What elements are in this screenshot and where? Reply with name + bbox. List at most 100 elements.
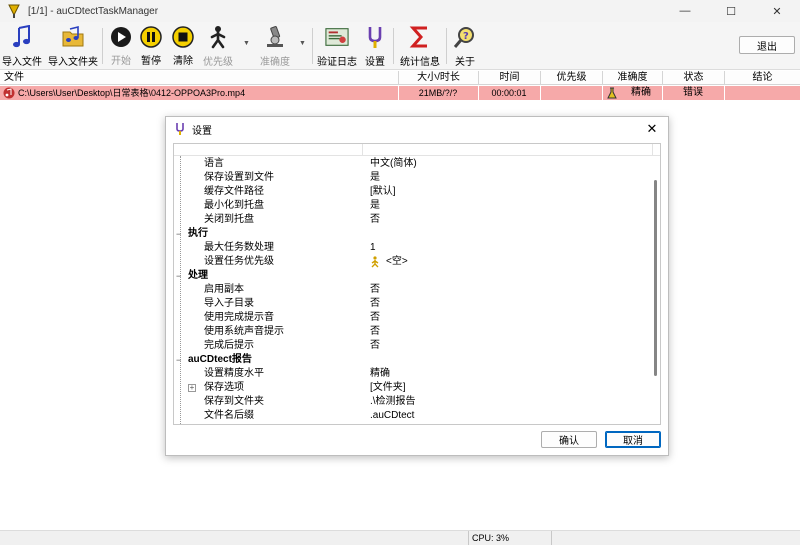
column-header-time[interactable]: 时间 [478, 71, 540, 85]
toolbar-separator [312, 28, 313, 64]
cancel-button[interactable]: 取消 [605, 431, 661, 448]
column-header-priority[interactable]: 优先级 [540, 71, 602, 85]
setting-value[interactable]: 1 [370, 241, 376, 255]
row-time: 00:00:01 [491, 88, 527, 98]
stats-button[interactable]: 统计信息 [399, 25, 441, 68]
setting-row[interactable]: 文件名后缀 .auCDtect [174, 409, 654, 423]
setting-value[interactable]: 是 [370, 171, 380, 185]
about-button[interactable]: ? 关于 [452, 25, 478, 68]
start-button[interactable]: 开始 [108, 25, 134, 67]
setting-key: 设置精度水平 [204, 368, 264, 379]
setting-value[interactable]: .auCDtect [370, 409, 414, 423]
setting-key: 文件名后缀 [204, 410, 254, 421]
verify-log-button[interactable]: 验证日志 [317, 25, 357, 68]
accuracy-flask-icon [607, 87, 617, 99]
setting-row[interactable]: 最大任务数处理 1 [174, 241, 654, 255]
setting-value[interactable]: 否 [370, 339, 380, 353]
setting-value[interactable]: 否 [370, 325, 380, 339]
setting-key: 保存到文件夹 [204, 396, 264, 407]
setting-row[interactable]: 缓存文件路径 [默认] [174, 185, 654, 199]
column-header-status[interactable]: 状态 [662, 71, 724, 85]
window-title: [1/1] - auCDtectTaskManager [28, 5, 159, 17]
setting-row[interactable]: 保存到文件夹 .\检测报告 [174, 395, 654, 409]
import-file-button[interactable]: 导入文件 [2, 25, 42, 68]
setting-row[interactable]: 最小化到托盘 是 [174, 199, 654, 213]
settings-button[interactable]: 设置 [363, 25, 387, 68]
stats-label: 统计信息 [400, 57, 440, 68]
setting-value[interactable]: .\检测报告 [370, 395, 416, 409]
setting-row[interactable]: + 保存选项 [文件夹] [174, 381, 654, 395]
clear-label: 清除 [173, 56, 193, 67]
setting-row[interactable]: 完成后提示 否 [174, 339, 654, 353]
settings-label: 设置 [365, 57, 385, 68]
import-folder-label: 导入文件夹 [48, 57, 98, 68]
setting-key: 设置任务优先级 [204, 256, 274, 267]
setting-group-label: 执行 [188, 228, 208, 239]
collapse-icon[interactable]: − [176, 356, 184, 365]
import-file-label: 导入文件 [2, 57, 42, 68]
about-label: 关于 [455, 57, 475, 68]
setting-key: 保存选项 [204, 382, 244, 393]
setting-row[interactable]: 设置任务优先级 <空> [174, 255, 654, 269]
exit-button[interactable]: 退出 [739, 36, 795, 54]
column-header-size[interactable]: 大小/时长 [398, 71, 478, 85]
priority-button[interactable]: 优先级 [202, 25, 234, 68]
setting-value[interactable]: 否 [370, 297, 380, 311]
setting-value[interactable]: [文件夹] [370, 381, 406, 395]
setting-row[interactable]: 使用完成提示音 否 [174, 311, 654, 325]
expand-icon[interactable]: + [188, 384, 196, 392]
setting-value[interactable]: [默认] [370, 185, 396, 199]
setting-key: 关闭到托盘 [204, 214, 254, 225]
setting-group-report[interactable]: − auCDtect报告 [174, 353, 654, 367]
tree-scrollbar[interactable] [652, 156, 660, 424]
import-folder-button[interactable]: 导入文件夹 [48, 25, 98, 68]
error-audio-icon [3, 87, 15, 99]
maximize-button[interactable]: ☐ [708, 0, 754, 22]
priority-dropdown-arrow-icon[interactable]: ▼ [243, 40, 250, 47]
app-window: [1/1] - auCDtectTaskManager — ☐ ✕ 导入文件 导… [0, 0, 800, 545]
settings-tree: 语言 中文(简体) 保存设置到文件 是 缓存文件路径 [默认] 最小化到托盘 是… [173, 143, 661, 425]
setting-value[interactable]: <空> [386, 255, 408, 269]
setting-value[interactable]: 否 [370, 213, 380, 227]
scrollbar-thumb[interactable] [654, 180, 657, 376]
column-header-accuracy[interactable]: 准确度 [602, 71, 662, 85]
column-header-result[interactable]: 结论 [724, 71, 800, 85]
setting-row[interactable]: 保存设置到文件 是 [174, 171, 654, 185]
setting-row[interactable]: 使用系统声音提示 否 [174, 325, 654, 339]
setting-value[interactable]: 否 [370, 283, 380, 297]
row-result [724, 86, 800, 100]
collapse-icon[interactable]: − [176, 272, 184, 281]
collapse-icon[interactable]: − [176, 230, 184, 239]
dialog-close-button[interactable]: ✕ [644, 121, 660, 137]
pause-button[interactable]: 暂停 [138, 25, 164, 67]
accuracy-dropdown-arrow-icon[interactable]: ▼ [299, 40, 306, 47]
running-person-icon [210, 26, 226, 49]
setting-value[interactable]: 是 [370, 199, 380, 213]
svg-text:?: ? [463, 31, 469, 42]
setting-value[interactable]: 中文(简体) [370, 157, 417, 171]
setting-key: 使用完成提示音 [204, 312, 274, 323]
confirm-button[interactable]: 确认 [541, 431, 597, 448]
setting-key: 完成后提示 [204, 340, 254, 351]
setting-group-processing[interactable]: − 处理 [174, 269, 654, 283]
minimize-button[interactable]: — [662, 0, 708, 22]
setting-value[interactable]: 精确 [370, 367, 390, 381]
row-size: 21MB/?/? [418, 88, 458, 98]
accuracy-button[interactable]: 准确度 [259, 25, 291, 68]
setting-row[interactable]: 导入子目录 否 [174, 297, 654, 311]
setting-group-execution[interactable]: − 执行 [174, 227, 654, 241]
column-header-file[interactable]: 文件 [0, 71, 398, 85]
setting-row[interactable]: 启用副本 否 [174, 283, 654, 297]
stop-icon [172, 25, 194, 48]
close-window-button[interactable]: ✕ [754, 0, 800, 22]
setting-row[interactable]: 设置精度水平 精确 [174, 367, 654, 381]
table-row[interactable]: C:\Users\User\Desktop\日常表格\0412-OPPOA3Pr… [0, 86, 800, 100]
setting-row[interactable]: 关闭到托盘 否 [174, 213, 654, 227]
play-icon [111, 26, 131, 47]
setting-key: 语言 [204, 158, 224, 169]
toolbar: 导入文件 导入文件夹 开始 暂停 清除 优先级 ▼ 准确度 ▼ 验证日志 设置 … [0, 22, 800, 70]
start-label: 开始 [111, 56, 131, 67]
clear-button[interactable]: 清除 [170, 25, 196, 67]
setting-value[interactable]: 否 [370, 311, 380, 325]
setting-row[interactable]: 语言 中文(简体) [174, 157, 654, 171]
